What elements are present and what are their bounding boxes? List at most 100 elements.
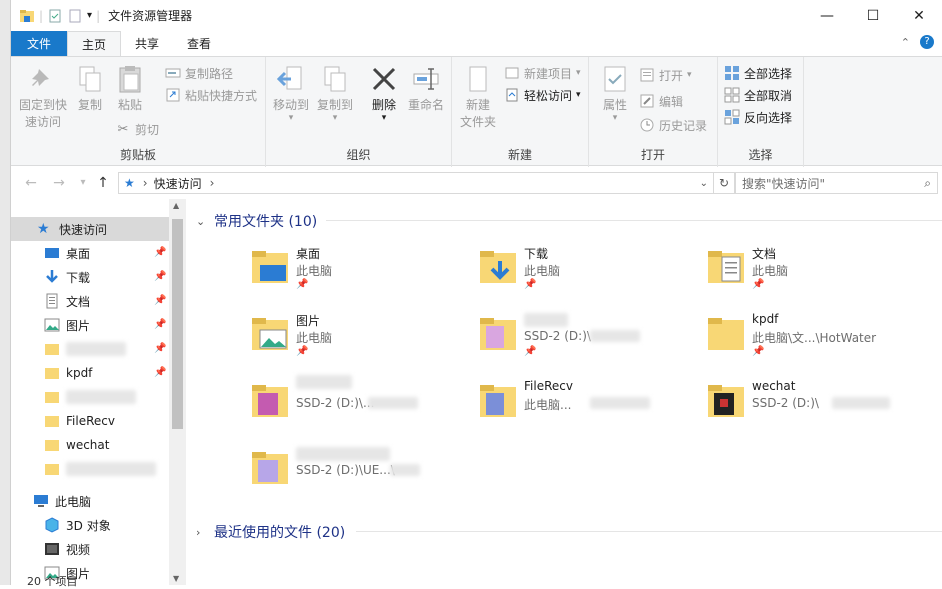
frequent-folders-header[interactable]: ⌄ 常用文件夹 (10) [196, 211, 317, 231]
tile-path: SSD-2 (D:)\ [524, 329, 591, 343]
properties-check-icon [604, 66, 626, 92]
tile-path: 此电脑 [752, 264, 789, 278]
delete-x-icon [372, 67, 396, 91]
rename-button[interactable]: 重命名 [404, 63, 448, 114]
open-button[interactable]: 打开 ▾ [639, 65, 692, 85]
paste-icon [119, 66, 141, 93]
folder-tile[interactable]: kpdf 此电脑\文...\HotWater 📌 [706, 312, 926, 372]
copy-button[interactable]: 复制 [73, 63, 107, 114]
move-to-button[interactable]: 移动到 ▾ [270, 63, 312, 123]
paste-shortcut-button[interactable]: 粘贴快捷方式 [165, 85, 257, 105]
invert-selection-label: 反向选择 [744, 110, 793, 125]
delete-button[interactable]: 删除 ▾ [368, 63, 400, 123]
nav-desktop[interactable]: 桌面 [11, 241, 171, 265]
breadcrumb-chevron-icon[interactable]: › [210, 176, 215, 190]
redacted-name [66, 390, 136, 404]
scroll-up-icon[interactable]: ▲ [173, 201, 179, 210]
folder-tile[interactable]: 桌面 此电脑 📌 [250, 245, 470, 305]
folder-tile[interactable]: 文档 此电脑 📌 [706, 245, 926, 305]
address-dropdown-icon[interactable]: ⌄ [700, 178, 708, 189]
nav-this-pc[interactable]: 此电脑 [11, 489, 171, 513]
breadcrumb-quick-access[interactable]: 快速访问 [154, 175, 202, 192]
select-none-button[interactable]: 全部取消 [724, 85, 792, 105]
easy-access-button[interactable]: 轻松访问 ▾ [504, 85, 581, 105]
pin-icon: 📌 [524, 346, 537, 357]
pin-quick-access-button[interactable]: 固定到快 速访问 [15, 63, 71, 131]
maximize-button[interactable]: ☐ [850, 0, 896, 31]
nav-quick-access[interactable]: ★ 快速访问 [11, 217, 171, 241]
folder-tile[interactable]: SSD-2 (D:)\UE...\ [250, 446, 470, 506]
pin-icon[interactable]: 📌 [154, 343, 166, 354]
select-all-button[interactable]: 全部选择 [724, 63, 792, 83]
tab-share[interactable]: 共享 [121, 31, 173, 56]
refresh-icon[interactable]: ↻ [713, 172, 735, 194]
collapse-ribbon-icon[interactable]: ⌃ [901, 36, 910, 49]
help-icon[interactable]: ? [920, 35, 934, 49]
folder-icon [45, 368, 59, 379]
new-folder-button[interactable]: 新建 文件夹 [456, 63, 500, 131]
nav-redacted-folder[interactable] [11, 457, 171, 481]
tab-home[interactable]: 主页 [67, 31, 122, 56]
nav-downloads[interactable]: 下载 [11, 265, 171, 289]
content-area: ⌄ 常用文件夹 (10) 桌面 此电脑 📌 下载 此电脑 📌 文档 此电脑 📌 … [186, 199, 942, 585]
back-arrow-icon[interactable]: ← [23, 175, 39, 191]
easy-access-label: 轻松访问 [524, 88, 573, 103]
forward-arrow-icon[interactable]: → [51, 175, 67, 191]
folder-tile[interactable]: 下载 此电脑 📌 [478, 245, 698, 305]
address-bar[interactable]: ★ › 快速访问 › ⌄ ↻ [118, 172, 735, 194]
folder-tile[interactable]: 图片 此电脑 📌 [250, 312, 470, 372]
nav-filerecv[interactable]: FileRecv [11, 409, 171, 433]
nav-pictures[interactable]: 图片 [11, 313, 171, 337]
close-button[interactable]: ✕ [896, 0, 942, 31]
tile-name: 下载 [524, 247, 549, 261]
redacted-name [66, 462, 156, 476]
copy-path-button[interactable]: 复制路径 [165, 63, 233, 83]
nav-documents[interactable]: 文档 [11, 289, 171, 313]
properties-button[interactable]: 属性 ▾ [595, 63, 635, 123]
folder-tile[interactable]: SSD-2 (D:)\... [250, 375, 470, 439]
nav-3d-objects[interactable]: 3D 对象 [11, 513, 171, 537]
recent-files-header[interactable]: › 最近使用的文件 (20) [196, 522, 345, 542]
properties-icon[interactable] [47, 8, 63, 24]
select-group: 全部选择 全部取消 反向选择 选择 [718, 57, 804, 167]
recent-locations-icon[interactable]: ▾ [75, 175, 91, 191]
tab-view[interactable]: 查看 [173, 31, 225, 56]
pin-icon[interactable]: 📌 [154, 319, 166, 330]
search-input[interactable]: 搜索"快速访问" ⌕ [735, 172, 938, 194]
pin-icon[interactable]: 📌 [154, 271, 166, 282]
folder-with-content-icon [480, 318, 516, 350]
pin-icon[interactable]: 📌 [154, 247, 166, 258]
scrollbar-thumb[interactable] [172, 219, 183, 429]
edit-button[interactable]: 编辑 [639, 91, 683, 111]
delete-label: 删除 [371, 98, 396, 112]
breadcrumb-chevron-icon[interactable]: › [143, 176, 148, 190]
up-arrow-icon[interactable]: ↑ [95, 175, 111, 191]
organize-group: 移动到 ▾ 复制到 ▾ 删除 ▾ 重命名 组织 [266, 57, 452, 167]
nav-videos[interactable]: 视频 [11, 537, 171, 561]
pin-icon[interactable]: 📌 [154, 295, 166, 306]
nav-redacted-folder[interactable] [11, 337, 171, 361]
minimize-button[interactable]: — [804, 0, 850, 31]
paste-button[interactable]: 粘贴 [113, 63, 147, 114]
nav-wechat[interactable]: wechat [11, 433, 171, 457]
search-icon[interactable]: ⌕ [924, 176, 931, 191]
invert-selection-button[interactable]: 反向选择 [724, 107, 792, 127]
cut-button[interactable]: ✂ 剪切 [115, 119, 159, 139]
folder-tile[interactable]: wechat SSD-2 (D:)\ [706, 379, 926, 439]
nav-kpdf[interactable]: kpdf [11, 361, 171, 385]
tab-file[interactable]: 文件 [11, 31, 67, 56]
new-folder-qat-icon[interactable] [67, 8, 83, 24]
copy-path-icon [165, 68, 181, 78]
history-button[interactable]: 历史记录 [639, 115, 707, 135]
scissors-icon: ✂ [117, 121, 129, 137]
tile-name: kpdf [752, 312, 779, 326]
nav-scrollbar[interactable]: ▲ ▼ [169, 199, 186, 585]
nav-redacted-folder[interactable] [11, 385, 171, 409]
qat-dropdown-icon[interactable]: ▾ [87, 10, 92, 21]
folder-tile[interactable]: FileRecv 此电脑... [478, 379, 698, 439]
new-item-button[interactable]: 新建项目 ▾ [504, 63, 581, 83]
copy-to-label: 复制到 [316, 98, 353, 112]
copy-to-button[interactable]: 复制到 ▾ [314, 63, 356, 123]
pin-icon[interactable]: 📌 [154, 367, 166, 378]
folder-tile[interactable]: SSD-2 (D:)\ 📌 [478, 312, 698, 372]
